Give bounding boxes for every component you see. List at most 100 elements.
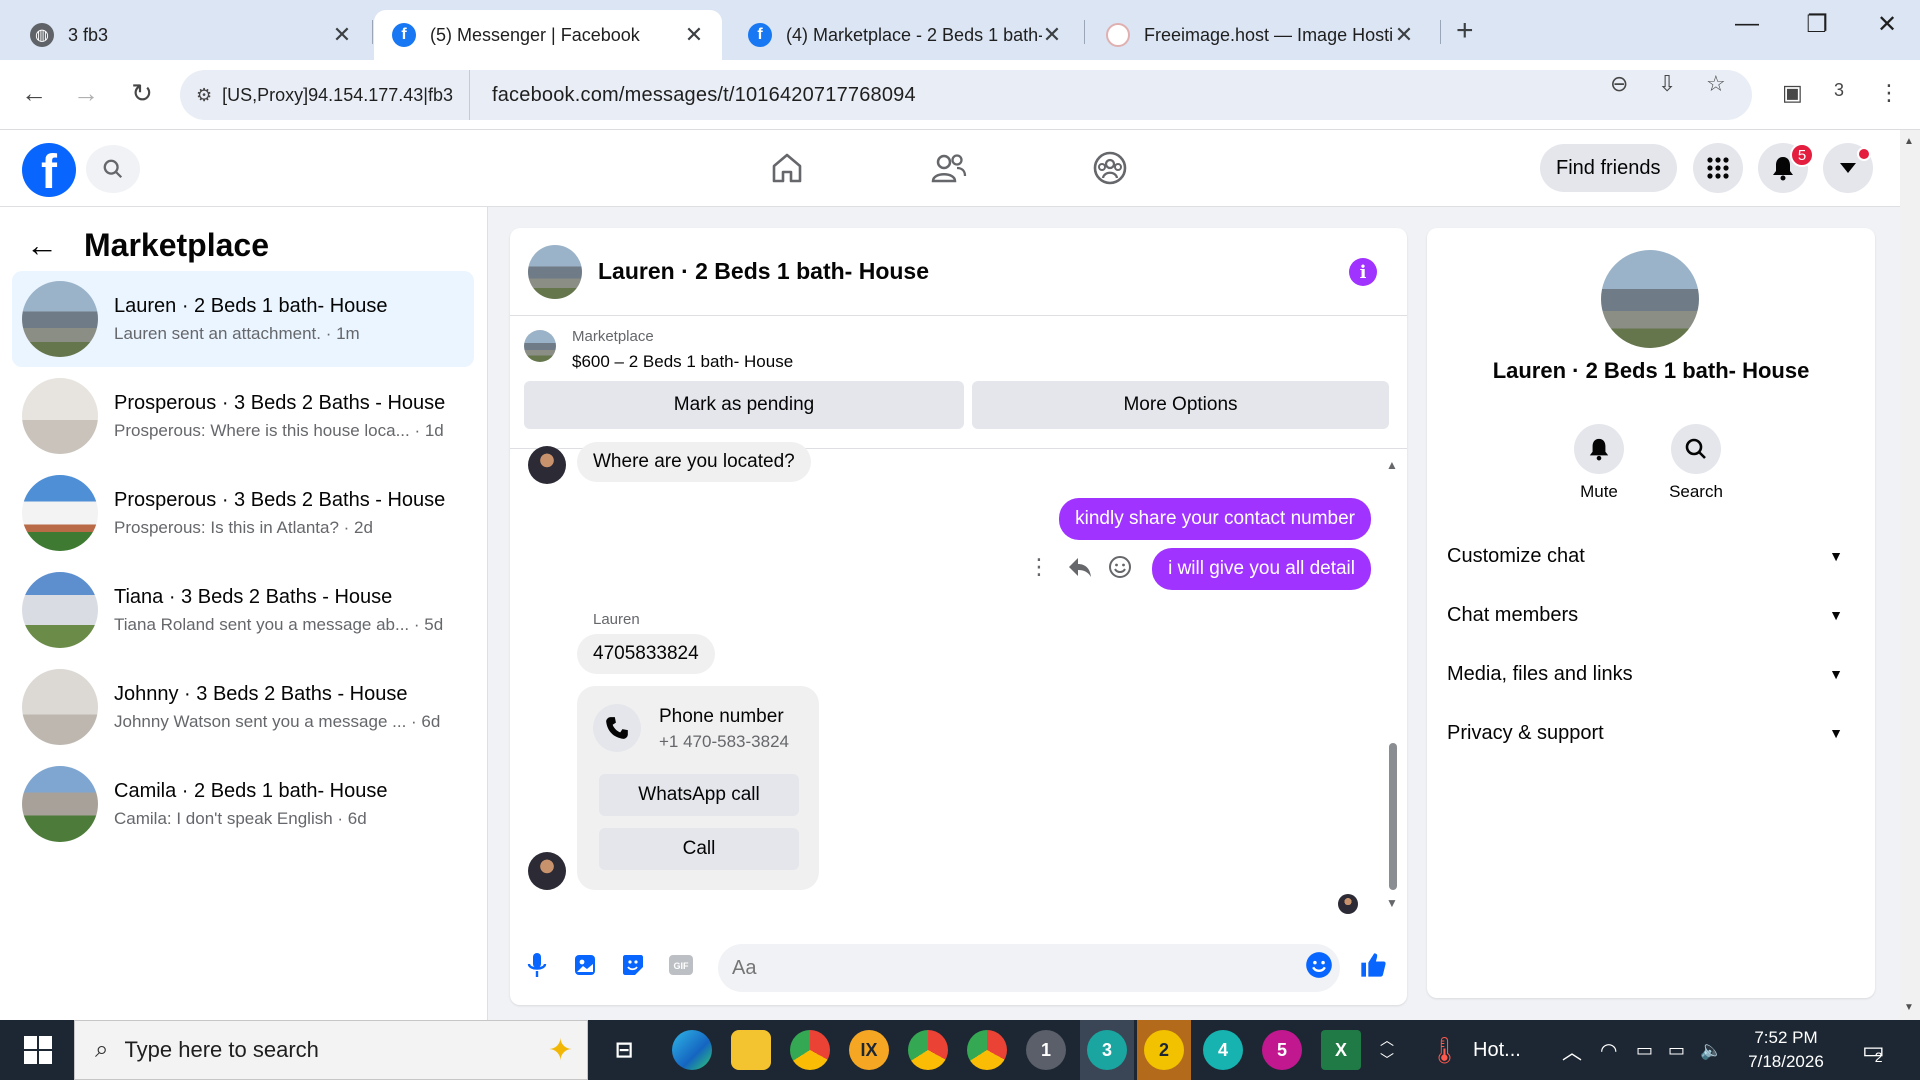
app-instance-2[interactable]: 2 bbox=[1144, 1030, 1184, 1070]
gif-icon[interactable]: GIF bbox=[664, 948, 698, 982]
weather-widget[interactable]: 🌡 Hot... bbox=[1428, 1020, 1521, 1080]
chat-scrollbar[interactable]: ▲ bbox=[1386, 458, 1400, 958]
conversation-item[interactable]: Tiana · 3 Beds 2 Baths - House Tiana Rola… bbox=[12, 562, 474, 658]
conversation-item[interactable]: Prosperous · 3 Beds 2 Baths - House Prosp… bbox=[12, 465, 474, 561]
minimize-icon[interactable]: — bbox=[1722, 10, 1772, 38]
media-files-links-section[interactable]: Media, files and links ▼ bbox=[1447, 652, 1857, 696]
conversation-item[interactable]: Johnny · 3 Beds 2 Baths - House Johnny Wa… bbox=[12, 659, 474, 755]
find-friends-button[interactable]: Find friends bbox=[1540, 144, 1677, 192]
app-instance-1[interactable]: 1 bbox=[1026, 1030, 1066, 1070]
back-arrow-icon[interactable]: ← bbox=[26, 227, 58, 264]
close-icon[interactable]: ✕ bbox=[1394, 22, 1414, 48]
taskbar-scroll-arrows[interactable]: ︿ ﹀ bbox=[1380, 1020, 1394, 1080]
photo-icon[interactable] bbox=[568, 948, 602, 982]
listing-thumbnail[interactable] bbox=[524, 330, 556, 362]
conversation-item[interactable]: Prosperous · 3 Beds 2 Baths - House Prosp… bbox=[12, 368, 474, 464]
friends-icon[interactable] bbox=[927, 146, 971, 190]
edge-icon[interactable] bbox=[672, 1030, 712, 1070]
call-button[interactable]: Call bbox=[599, 828, 799, 870]
chrome-icon[interactable] bbox=[790, 1030, 830, 1070]
sticker-icon[interactable] bbox=[616, 948, 650, 982]
excel-icon[interactable]: X bbox=[1321, 1030, 1361, 1070]
message-bubble-incoming: Where are you located? bbox=[577, 442, 811, 482]
tab-search-icon[interactable]: ▣ bbox=[1782, 80, 1803, 106]
react-emoji-icon[interactable] bbox=[1108, 555, 1132, 579]
reply-icon[interactable] bbox=[1068, 556, 1092, 578]
tab-messenger[interactable]: f (5) Messenger | Facebook ✕ bbox=[374, 10, 722, 60]
wifi-icon[interactable]: ◠ bbox=[1600, 1020, 1617, 1080]
avatar[interactable] bbox=[1601, 250, 1699, 348]
forward-arrow-icon[interactable]: → bbox=[66, 78, 106, 109]
tab-freeimage[interactable]: Freeimage.host — Image Hosting ✕ bbox=[1088, 10, 1432, 60]
reload-icon[interactable]: ↻ bbox=[122, 78, 162, 109]
chat-header: Lauren · 2 Beds 1 bath- House i bbox=[510, 228, 1407, 316]
restore-icon[interactable]: ❐ bbox=[1792, 10, 1842, 39]
close-icon[interactable]: ✕ bbox=[1042, 22, 1062, 48]
show-hidden-icons-chevron[interactable]: ︿ bbox=[1562, 1020, 1582, 1080]
customize-chat-section[interactable]: Customize chat ▼ bbox=[1447, 534, 1857, 578]
taskbar-search-box[interactable]: ⌕ Type here to search ✦ bbox=[74, 1020, 588, 1080]
windows-start-icon[interactable] bbox=[14, 1034, 58, 1066]
seen-indicator-avatar bbox=[1338, 894, 1358, 914]
conversation-item[interactable]: Lauren · 2 Beds 1 bath- House Lauren sent… bbox=[12, 271, 474, 367]
conversation-item[interactable]: Camila · 2 Beds 1 bath- House Camila: I d… bbox=[12, 756, 474, 852]
message-actions: ⋮ bbox=[1028, 554, 1132, 580]
ixbrowser-icon[interactable]: IX bbox=[849, 1030, 889, 1070]
window-close-icon[interactable]: ✕ bbox=[1862, 10, 1912, 39]
install-icon[interactable]: ⇩ bbox=[1658, 71, 1676, 97]
chat-members-section[interactable]: Chat members ▼ bbox=[1447, 593, 1857, 637]
home-icon[interactable] bbox=[765, 146, 809, 190]
menu-grid-icon[interactable] bbox=[1693, 143, 1743, 193]
page-scrollbar[interactable]: ▲ ▼ bbox=[1900, 130, 1920, 1020]
scroll-down-arrow[interactable]: ▼ bbox=[1386, 896, 1398, 910]
chat-title[interactable]: Lauren · 2 Beds 1 bath- House bbox=[598, 258, 929, 285]
menu-kebab-icon[interactable]: ⋮ bbox=[1878, 80, 1900, 106]
app-instance-4[interactable]: 4 bbox=[1203, 1030, 1243, 1070]
bookmark-star-icon[interactable]: ☆ bbox=[1706, 71, 1726, 97]
listing-price-title[interactable]: $600 – 2 Beds 1 bath- House bbox=[572, 352, 793, 372]
privacy-support-section[interactable]: Privacy & support ▼ bbox=[1447, 711, 1857, 755]
groups-icon[interactable] bbox=[1088, 146, 1132, 190]
url-text[interactable]: facebook.com/messages/t/10164207177680‌9… bbox=[470, 84, 916, 107]
extension-count[interactable]: 3 bbox=[1834, 80, 1844, 101]
chrome-profile-icon[interactable] bbox=[908, 1030, 948, 1070]
like-thumbs-up-icon[interactable] bbox=[1356, 948, 1390, 982]
task-view-icon[interactable]: ⊟ bbox=[604, 1030, 644, 1070]
copilot-sparkle-icon[interactable]: ✦ bbox=[548, 1033, 573, 1068]
mark-pending-button[interactable]: Mark as pending bbox=[524, 381, 964, 429]
globe-icon: ◍ bbox=[30, 23, 54, 47]
system-clock[interactable]: 7:52 PM 7/18/2026 bbox=[1718, 1026, 1854, 1074]
browser-tab-bar: ◍ 3 fb3 ✕ f (5) Messenger | Facebook ✕ f… bbox=[0, 0, 1920, 60]
search-icon[interactable] bbox=[86, 145, 140, 193]
notifications-bell-icon[interactable]: 5 bbox=[1758, 143, 1814, 193]
close-icon[interactable]: ✕ bbox=[332, 22, 352, 48]
chrome-profile-a-icon[interactable] bbox=[967, 1030, 1007, 1070]
app-instance-5[interactable]: 5 bbox=[1262, 1030, 1302, 1070]
tab-marketplace[interactable]: f (4) Marketplace - 2 Beds 1 bath- House… bbox=[730, 10, 1080, 60]
more-options-button[interactable]: More Options bbox=[972, 381, 1389, 429]
site-info-chip[interactable]: ⚙ [US,Proxy]94.154.177.43|fb3 bbox=[180, 70, 470, 120]
account-dropdown-icon[interactable] bbox=[1823, 143, 1873, 193]
new-tab-button[interactable]: + bbox=[1456, 14, 1474, 48]
avatar[interactable] bbox=[528, 244, 582, 299]
file-explorer-icon[interactable] bbox=[731, 1030, 771, 1070]
notification-center-icon[interactable]: ▭ 2 bbox=[1862, 1020, 1885, 1080]
more-kebab-icon[interactable]: ⋮ bbox=[1028, 554, 1050, 580]
app-instance-3[interactable]: 3 bbox=[1087, 1030, 1127, 1070]
microphone-icon[interactable] bbox=[520, 948, 554, 982]
address-bar: ← → ↻ ⚙ [US,Proxy]94.154.177.43|fb3 face… bbox=[0, 60, 1920, 130]
facebook-logo-icon[interactable]: f bbox=[22, 143, 76, 197]
back-arrow-icon[interactable]: ← bbox=[14, 78, 54, 109]
zoom-icon[interactable]: ⊖ bbox=[1610, 71, 1628, 97]
emoji-icon[interactable] bbox=[1302, 948, 1336, 982]
tab-fb3[interactable]: ◍ 3 fb3 ✕ bbox=[12, 10, 370, 60]
whatsapp-call-button[interactable]: WhatsApp call bbox=[599, 774, 799, 816]
battery-icon[interactable]: ▭ bbox=[1668, 1020, 1685, 1080]
message-input[interactable] bbox=[718, 944, 1340, 992]
info-icon[interactable]: i bbox=[1349, 258, 1377, 286]
omnibox[interactable]: ⚙ [US,Proxy]94.154.177.43|fb3 facebook.c… bbox=[180, 70, 1752, 120]
search-conversation-button[interactable]: Search bbox=[1656, 424, 1736, 502]
mute-button[interactable]: Mute bbox=[1559, 424, 1639, 502]
close-icon[interactable]: ✕ bbox=[684, 22, 704, 48]
meet-icon[interactable]: ▭ bbox=[1636, 1020, 1653, 1080]
